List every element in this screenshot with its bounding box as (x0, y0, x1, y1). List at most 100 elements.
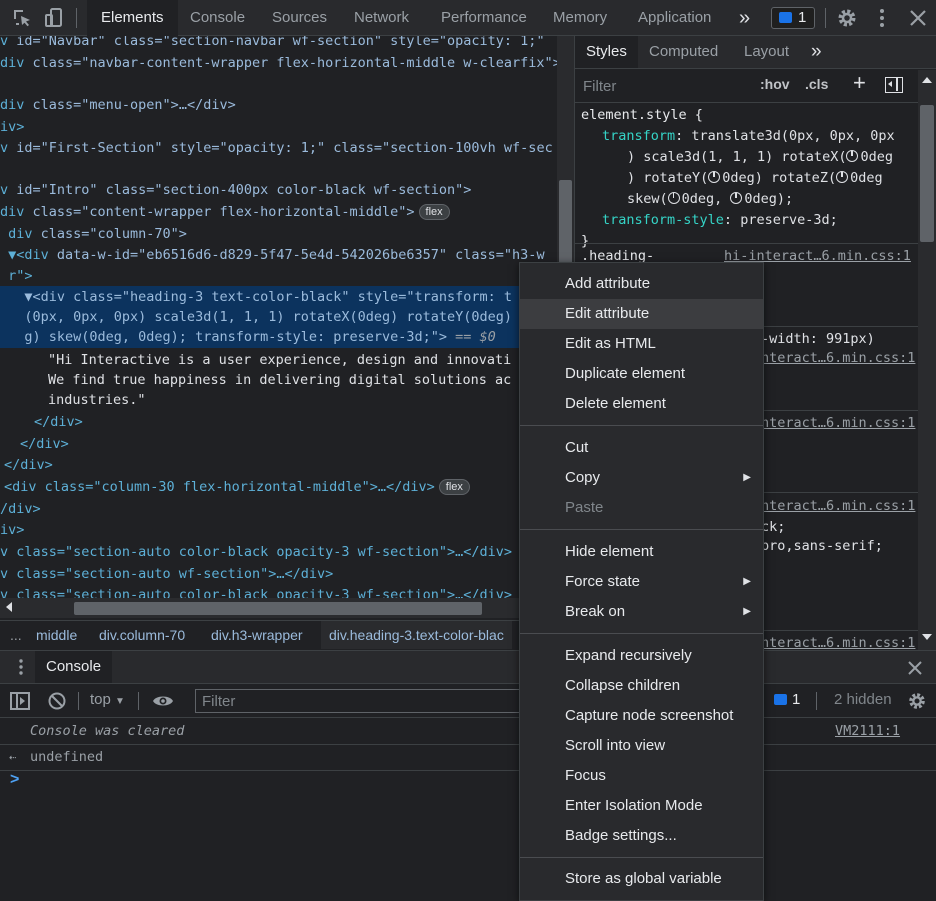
closing-tag[interactable]: </div> (34, 411, 83, 433)
tab-memory[interactable]: Memory (553, 0, 607, 36)
breadcrumb-ellipsis[interactable]: ... (10, 621, 22, 649)
flex-badge[interactable]: flex (418, 204, 450, 220)
drawer-tab-console[interactable]: Console (35, 651, 113, 683)
console-settings-gear-icon[interactable] (906, 690, 928, 712)
angle-clock-icon[interactable] (708, 171, 721, 183)
dom-node[interactable]: v class="section-auto color-black opacit… (0, 541, 512, 563)
scroll-up-arrow-icon[interactable] (922, 77, 932, 83)
menu-item-badge-settings[interactable]: Badge settings... (520, 821, 763, 851)
menu-item-hide-element[interactable]: Hide element (520, 537, 763, 567)
dom-node[interactable]: iv> (0, 116, 24, 138)
show-sidebar-icon[interactable] (10, 692, 30, 710)
more-sidebar-tabs-icon[interactable]: » (811, 36, 822, 68)
menu-item-edit-as-html[interactable]: Edit as HTML (520, 329, 763, 359)
dom-node[interactable]: div class="column-70"> (0, 223, 187, 245)
menu-item-cut[interactable]: Cut (520, 433, 763, 463)
angle-clock-icon[interactable] (846, 150, 859, 162)
flex-badge[interactable]: flex (438, 479, 470, 495)
dom-node[interactable]: v class="section-auto wf-section">…</div… (0, 563, 333, 585)
menu-item-force-state[interactable]: Force state ▶ (520, 567, 763, 597)
dom-horizontal-scroll-thumb[interactable] (74, 602, 482, 615)
menu-item-add-attribute[interactable]: Add attribute (520, 269, 763, 299)
device-toolbar-icon[interactable] (42, 6, 66, 30)
more-tabs-chevron-icon[interactable]: » (739, 0, 750, 36)
close-devtools-icon[interactable] (906, 6, 930, 30)
menu-item-expand-recursively[interactable]: Expand recursively (520, 641, 763, 671)
menu-item-collapse-children[interactable]: Collapse children (520, 671, 763, 701)
dom-node[interactable]: div class="navbar-content-wrapper flex-h… (0, 52, 557, 74)
closing-tag[interactable]: </div> (4, 454, 53, 476)
dom-node[interactable]: <div class="column-30 flex-horizontal-mi… (4, 476, 470, 498)
console-filter-input[interactable] (195, 689, 525, 713)
text-node[interactable]: We find true happiness in delivering dig… (48, 369, 511, 391)
stylesheet-link[interactable]: nteract…6.min.css:1 (761, 496, 915, 517)
menu-item-duplicate-element[interactable]: Duplicate element (520, 359, 763, 389)
dom-tree[interactable]: v id="Navbar" class="section-navbar wf-s… (0, 36, 557, 598)
breadcrumb-item[interactable]: div.column-70 (99, 621, 185, 649)
settings-gear-icon[interactable] (835, 6, 859, 30)
text-node[interactable]: "Hi Interactive is a user experience, de… (48, 349, 511, 371)
angle-clock-icon[interactable] (667, 192, 680, 204)
breadcrumb-item[interactable]: div.h3-wrapper (211, 621, 303, 649)
menu-item-scroll-into-view[interactable]: Scroll into view (520, 731, 763, 761)
style-rule-selector[interactable]: element.style { (581, 105, 703, 126)
tab-performance[interactable]: Performance (441, 0, 527, 36)
selected-node-line[interactable]: ▼<div class="heading-3 text-color-black"… (0, 286, 512, 308)
issues-badge[interactable]: 1 (771, 7, 815, 29)
toggle-computed-sidebar-icon[interactable] (885, 77, 903, 93)
kebab-menu-icon[interactable] (870, 6, 894, 30)
tab-console[interactable]: Console (190, 0, 245, 36)
close-drawer-icon[interactable] (906, 659, 924, 677)
styles-filter-input[interactable] (579, 74, 753, 98)
dom-node[interactable]: r"> (0, 265, 32, 287)
selected-node-line[interactable]: g) skew(0deg, 0deg); transform-style: pr… (0, 326, 495, 348)
menu-item-enter-isolation-mode[interactable]: Enter Isolation Mode (520, 791, 763, 821)
dom-node[interactable]: ▼<div data-w-id="eb6516d6-d829-5f47-5e4d… (0, 244, 544, 266)
console-prompt[interactable]: > (0, 771, 936, 901)
dom-node[interactable]: div class="content-wrapper flex-horizont… (0, 201, 450, 223)
hov-toggle[interactable]: :hov (760, 76, 790, 92)
inspect-element-icon[interactable] (10, 6, 34, 30)
live-expression-eye-icon[interactable] (152, 692, 174, 710)
stylesheet-link[interactable]: nteract…6.min.css:1 (761, 633, 915, 650)
angle-clock-icon[interactable] (836, 171, 849, 183)
stylesheet-link[interactable]: nteract…6.min.css:1 (761, 413, 915, 434)
tab-sources[interactable]: Sources (272, 0, 327, 36)
drawer-menu-icon[interactable] (12, 658, 30, 676)
tab-application[interactable]: Application (638, 0, 711, 36)
console-source-link[interactable]: VM2111:1 (835, 719, 900, 744)
breadcrumb-item[interactable]: middle (36, 621, 77, 649)
style-declaration[interactable]: transform: translate3d(0px, 0px, 0px (602, 126, 895, 147)
text-node[interactable]: industries." (48, 389, 146, 411)
menu-item-capture-node-screenshot[interactable]: Capture node screenshot (520, 701, 763, 731)
tab-elements[interactable]: Elements (87, 0, 178, 36)
dom-node[interactable]: v id="Intro" class="section-400px color-… (0, 179, 471, 201)
menu-item-delete-element[interactable]: Delete element (520, 389, 763, 419)
tab-network[interactable]: Network (354, 0, 409, 36)
dom-node[interactable]: div class="menu-open">…</div> (0, 94, 236, 116)
clear-console-icon[interactable] (47, 691, 67, 711)
dom-node[interactable]: v id="First-Section" style="opacity: 1;"… (0, 137, 553, 159)
menu-item-break-on[interactable]: Break on ▶ (520, 597, 763, 627)
tab-styles[interactable]: Styles (575, 36, 638, 68)
menu-item-copy[interactable]: Copy ▶ (520, 463, 763, 493)
selected-node-line[interactable]: (0px, 0px, 0px) scale3d(1, 1, 1) rotateX… (0, 306, 512, 328)
dom-node[interactable]: v id="Navbar" class="section-navbar wf-s… (0, 36, 545, 52)
menu-item-edit-attribute[interactable]: Edit attribute (520, 299, 763, 329)
dom-node[interactable]: v class="section-auto color-black opacit… (0, 584, 512, 598)
styles-vertical-scroll-thumb[interactable] (920, 105, 934, 242)
new-style-rule-icon[interactable]: + (853, 70, 866, 96)
stylesheet-link[interactable]: nteract…6.min.css:1 (761, 348, 915, 369)
breadcrumb-item-selected[interactable]: div.heading-3.text-color-blac (321, 621, 512, 649)
closing-tag[interactable]: iv> (0, 519, 24, 541)
tab-layout[interactable]: Layout (744, 36, 789, 68)
closing-tag[interactable]: </div> (20, 433, 69, 455)
cls-toggle[interactable]: .cls (805, 76, 828, 92)
context-selector[interactable]: top ▼ (90, 691, 125, 708)
menu-item-store-as-global-variable[interactable]: Store as global variable (520, 864, 763, 894)
issues-counter[interactable]: 1 (766, 689, 810, 711)
menu-item-focus[interactable]: Focus (520, 761, 763, 791)
angle-clock-icon[interactable] (730, 192, 743, 204)
tab-computed[interactable]: Computed (649, 36, 718, 68)
closing-tag[interactable]: /div> (0, 498, 41, 520)
